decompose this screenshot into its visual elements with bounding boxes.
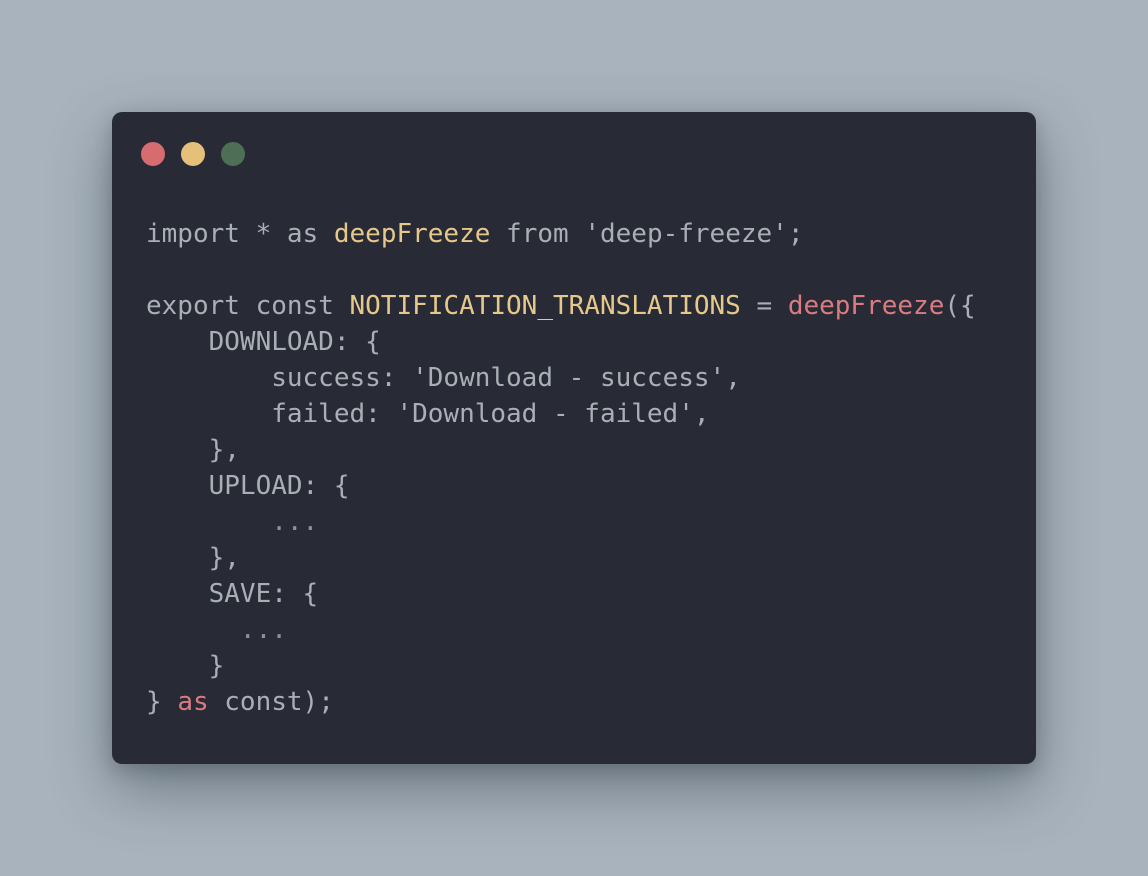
code-line-8: UPLOAD: {: [146, 471, 350, 501]
code-window: import * as deepFreeze from 'deep-freeze…: [112, 112, 1036, 764]
code-line-1: import * as deepFreeze from 'deep-freeze…: [146, 216, 976, 252]
keyword-import: import: [146, 219, 240, 249]
close-brace: }: [146, 687, 178, 717]
constant-name: NOTIFICATION_TRANSLATIONS: [349, 291, 741, 321]
keyword-const: const: [239, 291, 350, 321]
string-success: 'Download - success': [412, 363, 726, 393]
code-line-14: } as const);: [146, 684, 976, 720]
operator-equals: =: [740, 291, 788, 321]
window-titlebar: [141, 142, 245, 166]
operator-star: *: [239, 219, 287, 249]
keyword-from: from: [490, 219, 585, 249]
code-line-9: ...: [146, 507, 319, 537]
string-failed: 'Download - failed': [396, 399, 694, 429]
property-success: success:: [146, 363, 413, 393]
property-failed: failed:: [146, 399, 397, 429]
keyword-as: as: [286, 219, 334, 249]
semicolon: ;: [787, 219, 804, 249]
comma: ,: [725, 363, 741, 393]
code-line-12: ...: [146, 615, 287, 645]
const-close: const);: [208, 687, 334, 717]
import-name: deepFreeze: [333, 219, 491, 249]
code-line-4: DOWNLOAD: {: [146, 327, 381, 357]
module-string: 'deep-freeze': [584, 219, 788, 249]
minimize-icon[interactable]: [181, 142, 205, 166]
close-icon[interactable]: [141, 142, 165, 166]
code-line-3: export const NOTIFICATION_TRANSLATIONS =…: [146, 288, 976, 324]
maximize-icon[interactable]: [221, 142, 245, 166]
code-line-10: },: [146, 543, 240, 573]
comma: ,: [693, 399, 710, 429]
code-line-13: }: [146, 651, 225, 681]
function-call: deepFreeze: [787, 291, 945, 321]
keyword-export: export: [146, 291, 240, 321]
code-line-7: },: [146, 435, 240, 465]
code-line-11: SAVE: {: [146, 579, 319, 609]
code-block: import * as deepFreeze from 'deep-freeze…: [146, 216, 976, 720]
keyword-as-const: as: [177, 687, 209, 717]
open-paren-brace: ({: [944, 291, 976, 321]
code-line-6: failed: 'Download - failed',: [146, 396, 976, 432]
code-line-5: success: 'Download - success',: [146, 360, 976, 396]
